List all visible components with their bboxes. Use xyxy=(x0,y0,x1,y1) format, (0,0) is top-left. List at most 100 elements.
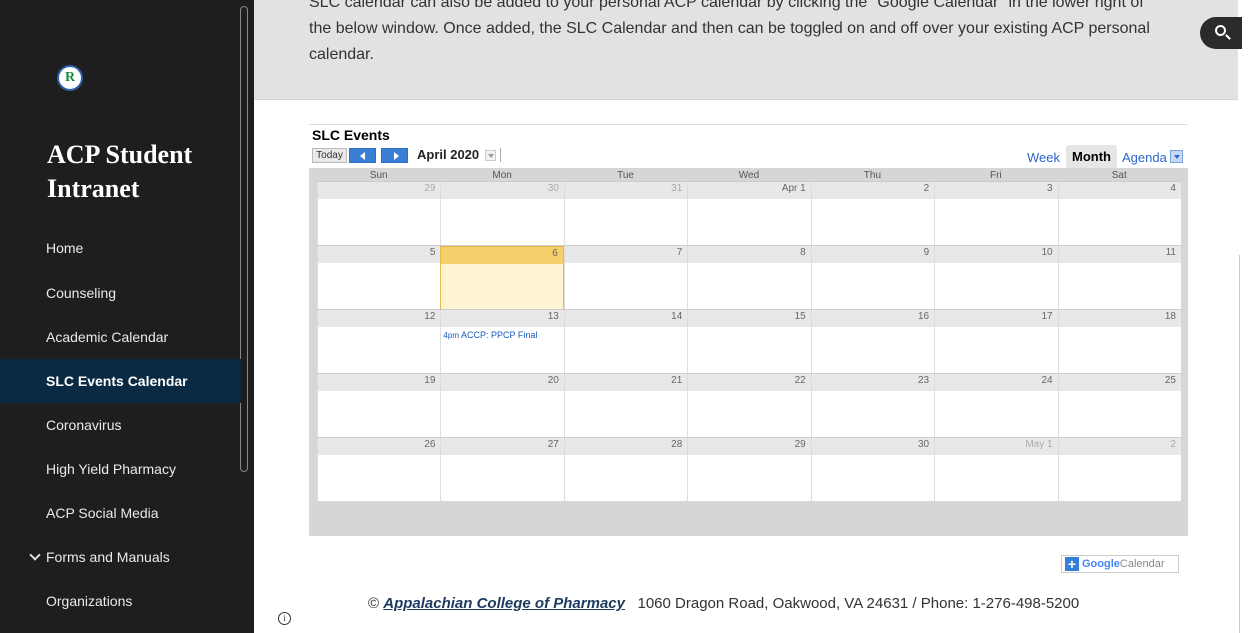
sidebar-item-label: ACP Social Media xyxy=(46,505,159,521)
day-cell[interactable]: 11 xyxy=(1057,246,1181,310)
day-cell[interactable]: 13 4pm ACCP: PPCP Final xyxy=(440,310,563,374)
day-cell[interactable]: 8 xyxy=(687,246,810,310)
day-number: 19 xyxy=(424,375,436,386)
day-cell[interactable]: 5 xyxy=(317,246,440,310)
day-number: 21 xyxy=(671,375,683,386)
weekday-label: Thu xyxy=(863,170,882,181)
day-cell[interactable]: 25 xyxy=(1057,374,1181,438)
week-row: 29 30 31 Apr 1 2 3 4 xyxy=(317,181,1181,246)
weekday-label: Tue xyxy=(617,170,634,181)
sidebar-item-coronavirus[interactable]: Coronavirus xyxy=(0,403,241,447)
day-cell[interactable]: 29 xyxy=(687,438,810,502)
day-cell[interactable]: 3 xyxy=(934,182,1057,246)
weeks: 29 30 31 Apr 1 2 3 4 5 6 7 8 9 10 11 12 13 4pm ACCP: PPC… xyxy=(317,181,1181,502)
sidebar-item-home[interactable]: Home xyxy=(0,226,241,270)
toolbar-separator xyxy=(500,148,501,162)
day-cell[interactable]: 27 xyxy=(440,438,563,502)
day-cell[interactable]: 22 xyxy=(687,374,810,438)
day-cell[interactable]: 30 xyxy=(440,182,563,246)
day-number: 12 xyxy=(424,311,436,322)
banner-text: SLC calendar can also be added to your p… xyxy=(309,0,1209,68)
day-cell[interactable]: 29 xyxy=(317,182,440,246)
weekday-label: Sat xyxy=(1111,170,1127,181)
day-cell[interactable]: 4 xyxy=(1057,182,1181,246)
college-link[interactable]: Appalachian College of Pharmacy xyxy=(383,595,625,612)
view-week-tab[interactable]: Week xyxy=(1027,150,1060,165)
copyright-symbol: © xyxy=(368,595,380,612)
day-number: 13 xyxy=(547,311,559,322)
day-cell[interactable]: 26 xyxy=(317,438,440,502)
day-cell[interactable]: 9 xyxy=(810,246,934,310)
chevron-down-icon xyxy=(29,549,41,561)
info-icon[interactable]: i xyxy=(278,612,291,625)
arrow-left-icon xyxy=(360,152,365,160)
sidebar-item-counseling[interactable]: Counseling xyxy=(0,271,241,315)
today-button[interactable]: Today xyxy=(312,148,347,163)
month-picker-dropdown-icon[interactable] xyxy=(485,150,496,161)
calendar-event[interactable]: 4pm ACCP: PPCP Final xyxy=(443,330,537,340)
view-agenda-tab[interactable]: Agenda xyxy=(1122,150,1167,165)
sidebar-item-academic-calendar[interactable]: Academic Calendar xyxy=(0,315,241,359)
day-number: 11 xyxy=(1165,247,1176,258)
day-cell[interactable]: 28 xyxy=(563,438,687,502)
day-number: 8 xyxy=(800,247,806,258)
day-number: 28 xyxy=(671,439,683,450)
event-title: ACCP: PPCP Final xyxy=(461,330,538,340)
sidebar: R ACP Student Intranet Home Counseling A… xyxy=(0,0,254,633)
day-cell[interactable]: 31 xyxy=(563,182,687,246)
day-cell[interactable]: 17 xyxy=(934,310,1057,374)
weekday-header: Sun Mon Tue Wed Thu Fri Sat xyxy=(317,170,1181,181)
current-month-label: April 2020 xyxy=(417,147,480,162)
day-number: 30 xyxy=(547,183,559,194)
sidebar-item-label: High Yield Pharmacy xyxy=(46,461,176,477)
site-title[interactable]: ACP Student Intranet xyxy=(47,138,237,206)
sidebar-item-label: Counseling xyxy=(46,285,117,301)
day-cell[interactable]: 6 xyxy=(440,246,564,310)
day-cell[interactable]: 18 xyxy=(1057,310,1181,374)
day-cell[interactable]: 21 xyxy=(563,374,687,438)
sidebar-item-slc-events-calendar[interactable]: SLC Events Calendar xyxy=(0,359,241,403)
day-cell[interactable]: 7 xyxy=(563,246,687,310)
day-cell[interactable]: 12 xyxy=(317,310,440,374)
view-month-tab[interactable]: Month xyxy=(1066,145,1117,169)
day-cell[interactable]: 2 xyxy=(810,182,934,246)
college-logo[interactable]: R xyxy=(57,65,83,91)
sidebar-item-acp-social-media[interactable]: ACP Social Media xyxy=(0,491,241,535)
day-cell[interactable]: 15 xyxy=(687,310,810,374)
sidebar-scrollbar[interactable] xyxy=(240,6,248,472)
event-time: 4pm xyxy=(443,331,459,340)
calendar-word: Calendar xyxy=(1119,558,1165,570)
day-cell[interactable]: 23 xyxy=(810,374,934,438)
day-number: 16 xyxy=(918,311,930,322)
sidebar-item-organizations[interactable]: Organizations xyxy=(0,579,241,623)
sidebar-item-forms-and-manuals[interactable]: Forms and Manuals xyxy=(0,535,241,579)
day-cell[interactable]: 16 xyxy=(810,310,934,374)
view-dropdown-icon[interactable] xyxy=(1170,150,1183,163)
day-number: 30 xyxy=(918,439,930,450)
search-button[interactable] xyxy=(1200,17,1242,49)
day-cell[interactable]: 2 xyxy=(1057,438,1181,502)
logo-text: R xyxy=(64,70,76,85)
day-number: 4 xyxy=(1170,183,1176,194)
day-cell[interactable]: Apr 1 xyxy=(687,182,810,246)
day-number: 6 xyxy=(552,248,558,259)
prev-month-button[interactable] xyxy=(349,148,376,163)
week-row: 26 27 28 29 30 May 1 2 xyxy=(317,437,1181,502)
divider xyxy=(309,124,1188,125)
day-number: 20 xyxy=(547,375,559,386)
day-cell[interactable]: 14 xyxy=(563,310,687,374)
day-cell[interactable]: 19 xyxy=(317,374,440,438)
day-number: 10 xyxy=(1041,247,1053,258)
day-cell[interactable]: 30 xyxy=(810,438,934,502)
day-cell[interactable]: 20 xyxy=(440,374,563,438)
add-to-google-calendar-button[interactable]: + GoogleCalendar xyxy=(1061,555,1179,573)
day-cell[interactable]: 10 xyxy=(934,246,1057,310)
next-month-button[interactable] xyxy=(381,148,408,163)
sidebar-item-label: Academic Calendar xyxy=(46,329,169,345)
page-scrollbar-edge xyxy=(1239,255,1240,633)
day-cell[interactable]: 24 xyxy=(934,374,1057,438)
day-cell[interactable]: May 1 xyxy=(934,438,1057,502)
day-number: 31 xyxy=(671,183,683,194)
sidebar-item-high-yield-pharmacy[interactable]: High Yield Pharmacy xyxy=(0,447,241,491)
day-number: 9 xyxy=(923,247,930,258)
